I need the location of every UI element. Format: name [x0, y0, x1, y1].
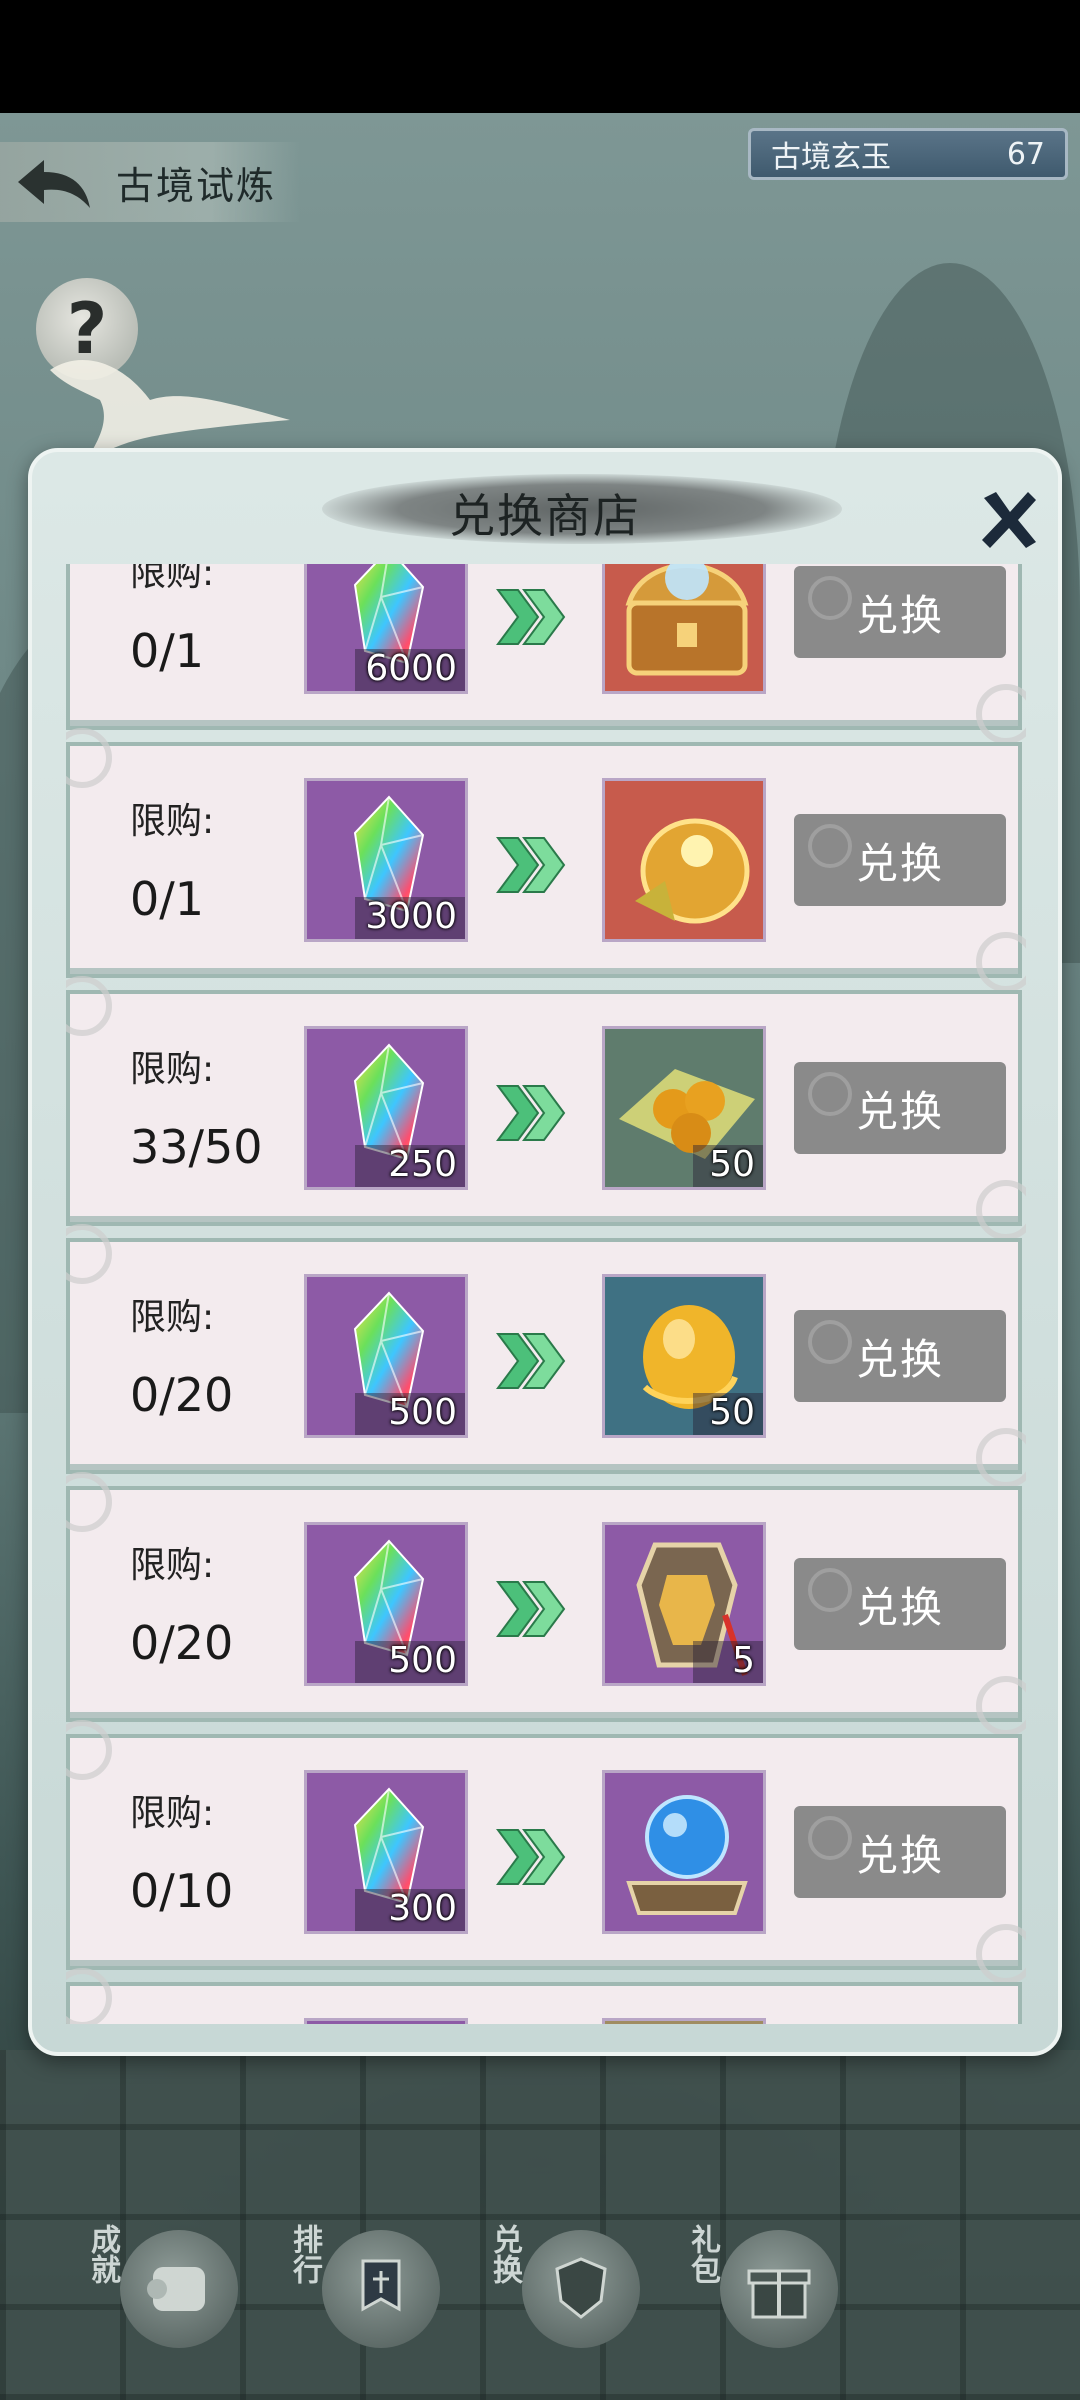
close-icon[interactable] — [976, 486, 1042, 552]
reward-item-slot[interactable]: 5 — [602, 1522, 766, 1686]
cost-item-slot[interactable]: 500 — [304, 1522, 468, 1686]
cost-amount: 300 — [388, 1888, 457, 1929]
cost-amount: 500 — [388, 1392, 457, 1433]
reward-amount: 50 — [709, 1144, 755, 1185]
cost-amount: 6000 — [365, 648, 457, 689]
exchange-button-label: 兑换 — [855, 1334, 944, 1384]
shop-row: 限购: 0/20 500 5 兑换 — [66, 1472, 1026, 1736]
exchange-button[interactable]: 兑换 — [794, 1806, 1006, 1898]
nav-item-1[interactable]: 成就 — [60, 2200, 238, 2380]
shield-emblem-icon[interactable] — [522, 2230, 640, 2348]
crystal-ball-icon — [605, 1795, 763, 1931]
reward-item-slot[interactable] — [602, 1770, 766, 1934]
shop-row: 限购: 33/50 250 50 兑换 — [66, 976, 1026, 1240]
nav-item-3[interactable]: 兑换 — [462, 2200, 640, 2380]
scroll-icon[interactable] — [120, 2230, 238, 2348]
reward-amount: 5 — [732, 1640, 755, 1681]
reward-item-slot[interactable]: 50 — [602, 1274, 766, 1438]
reward-amount: 50 — [709, 1392, 755, 1433]
purchase-limit-label: 限购: — [130, 564, 215, 594]
reward-item-slot[interactable] — [602, 2018, 766, 2024]
cost-item-slot[interactable]: 500 — [304, 1274, 468, 1438]
purchase-limit-label: 限购: — [130, 1793, 215, 1834]
double-chevron-right-icon — [496, 1333, 566, 1389]
cost-item-slot[interactable]: 250 — [304, 1026, 468, 1190]
nav-item-label: 兑换 — [487, 2224, 522, 2284]
purchase-limit-value: 0/1 — [130, 872, 205, 926]
shop-row-partial — [66, 1968, 1022, 2024]
shop-list[interactable]: 限购: 0/1 6000 兑换 限购: 0/1 3000 兑换 限购: 33/5… — [66, 564, 1026, 2024]
purchase-limit-value: 0/20 — [130, 1616, 234, 1670]
reward-item-slot[interactable]: 50 — [602, 1026, 766, 1190]
status-bar — [0, 0, 1080, 113]
exchange-button[interactable]: 兑换 — [794, 566, 1006, 658]
currency-display: 古境玄玉 67 — [748, 128, 1068, 180]
bottom-nav: 成就 排行 兑换 礼包 — [0, 2200, 1080, 2400]
screen-title: 古境试炼 — [116, 163, 277, 208]
cost-amount: 250 — [388, 1144, 457, 1185]
currency-value: 67 — [1006, 136, 1045, 172]
double-chevron-right-icon — [496, 1581, 566, 1637]
exchange-button-label: 兑换 — [855, 1830, 944, 1880]
exchange-button-label: 兑换 — [855, 590, 944, 640]
cost-item-slot[interactable]: 300 — [304, 1770, 468, 1934]
cost-amount: 500 — [388, 1640, 457, 1681]
purchase-limit-value: 0/10 — [130, 1864, 234, 1918]
shop-row: 限购: 0/20 500 50 兑换 — [66, 1224, 1026, 1488]
panel-header: 兑换商店 — [32, 452, 1058, 562]
purchase-limit-value: 0/20 — [130, 1368, 234, 1422]
cost-item-slot[interactable] — [304, 2018, 468, 2024]
nav-item-2[interactable]: 排行 — [262, 2200, 440, 2380]
double-chevron-right-icon — [496, 1085, 566, 1141]
reward-item-slot[interactable] — [602, 564, 766, 694]
purchase-limit-label: 限购: — [130, 1049, 215, 1090]
shop-row: 限购: 0/1 6000 兑换 — [66, 564, 1026, 744]
purchase-limit-label: 限购: — [130, 1545, 215, 1586]
nav-item-label: 礼包 — [685, 2224, 720, 2284]
currency-name: 古境玄玉 — [771, 140, 891, 175]
panel-title: 兑换商店 — [449, 489, 641, 543]
purchase-limit-label: 限购: — [130, 801, 215, 842]
exchange-button-label: 兑换 — [855, 1582, 944, 1632]
double-chevron-right-icon — [496, 837, 566, 893]
purchase-limit-value: 33/50 — [130, 1120, 263, 1174]
cost-item-slot[interactable]: 6000 — [304, 564, 468, 694]
double-chevron-right-icon — [496, 589, 566, 645]
shop-row: 限购: 0/10 300 兑换 — [66, 1720, 1026, 1984]
shop-row: 限购: 0/1 3000 兑换 — [66, 728, 1026, 992]
exchange-button[interactable]: 兑换 — [794, 1558, 1006, 1650]
exchange-button-label: 兑换 — [855, 1086, 944, 1136]
back-bar[interactable]: 古境试炼 — [0, 142, 300, 222]
exchange-button[interactable]: 兑换 — [794, 1310, 1006, 1402]
banner-icon[interactable] — [322, 2230, 440, 2348]
exchange-button[interactable]: 兑换 — [794, 1062, 1006, 1154]
purchase-limit-label: 限购: — [130, 1297, 215, 1338]
back-arrow-icon[interactable] — [14, 152, 94, 212]
nav-item-label: 成就 — [85, 2224, 120, 2284]
reward-item-slot[interactable] — [602, 778, 766, 942]
cost-item-slot[interactable]: 3000 — [304, 778, 468, 942]
nav-item-4[interactable]: 礼包 — [660, 2200, 838, 2380]
cost-amount: 3000 — [365, 896, 457, 937]
exchange-button[interactable]: 兑换 — [794, 814, 1006, 906]
double-chevron-right-icon — [496, 1829, 566, 1885]
gift-box-icon[interactable] — [720, 2230, 838, 2348]
gold-treasure-bag-icon — [605, 818, 763, 939]
exchange-button-label: 兑换 — [855, 838, 944, 888]
exchange-shop-panel: 兑换商店 限购: 0/1 6000 兑换 限购: 0/1 3000 兑换 限购:… — [28, 448, 1062, 2056]
treasure-chest-icon — [605, 564, 763, 691]
purchase-limit-value: 0/1 — [130, 624, 205, 678]
nav-item-label: 排行 — [287, 2224, 322, 2284]
